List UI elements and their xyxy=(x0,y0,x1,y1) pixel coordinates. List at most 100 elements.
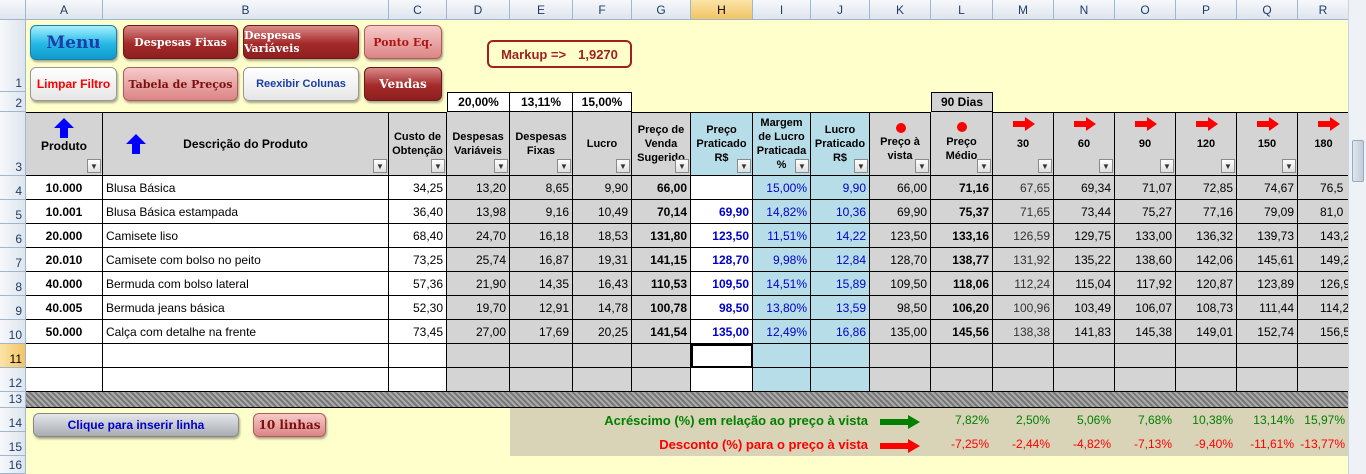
col-header-h[interactable]: H xyxy=(691,0,753,20)
cell-empty[interactable] xyxy=(26,368,103,392)
filter-dropdown-icon[interactable]: ▼ xyxy=(795,159,809,173)
cell-empty[interactable] xyxy=(753,368,811,392)
row-header-5[interactable]: 5 xyxy=(0,200,26,224)
cell-despesas-fixas[interactable]: 8,65 xyxy=(510,176,573,200)
row-header-8[interactable]: 8 xyxy=(0,272,26,296)
cell-empty[interactable] xyxy=(1298,344,1349,368)
row-header-15[interactable]: 15 xyxy=(0,432,26,456)
cell-custo[interactable]: 68,40 xyxy=(389,224,447,248)
cell-empty[interactable] xyxy=(870,368,931,392)
cell-empty[interactable] xyxy=(1115,344,1176,368)
cell-prazo-120[interactable]: 72,85 xyxy=(1176,176,1237,200)
cell-preco-medio[interactable]: 138,77 xyxy=(931,248,993,272)
cell-despesas-variaveis[interactable]: 13,98 xyxy=(447,200,510,224)
row-header-11[interactable]: 11 xyxy=(0,344,26,368)
cell-empty[interactable] xyxy=(447,344,510,368)
filter-dropdown-icon[interactable]: ▼ xyxy=(675,159,689,173)
cell-prazo-120[interactable]: 120,87 xyxy=(1176,272,1237,296)
cell-empty[interactable] xyxy=(447,368,510,392)
cell-preco-vista[interactable]: 66,00 xyxy=(870,176,931,200)
filter-dropdown-icon[interactable]: ▼ xyxy=(1221,159,1235,173)
sort-up-icon[interactable] xyxy=(53,117,75,139)
cell-empty[interactable] xyxy=(103,344,389,368)
filter-dropdown-icon[interactable]: ▼ xyxy=(373,159,387,173)
cell-empty[interactable] xyxy=(389,344,447,368)
cell-preco-sugerido[interactable]: 141,54 xyxy=(632,320,691,344)
cell-margem-lucro[interactable]: 12,49% xyxy=(753,320,811,344)
cell-descricao[interactable]: Bermuda com bolso lateral xyxy=(103,272,389,296)
col-header-g[interactable]: G xyxy=(632,0,691,20)
cell-prazo-180[interactable]: 156,5 xyxy=(1298,320,1349,344)
cell-empty[interactable] xyxy=(1176,344,1237,368)
cell-despesas-fixas[interactable]: 16,87 xyxy=(510,248,573,272)
cell-lucro-praticado[interactable]: 9,90 xyxy=(811,176,870,200)
cell-prazo-90[interactable]: 106,07 xyxy=(1115,296,1176,320)
cell-descricao[interactable]: Bermuda jeans básica xyxy=(103,296,389,320)
filter-dropdown-icon[interactable]: ▼ xyxy=(1038,159,1052,173)
cell-despesas-variaveis[interactable]: 27,00 xyxy=(447,320,510,344)
cell-empty[interactable] xyxy=(103,368,389,392)
col-header-l[interactable]: L xyxy=(931,0,993,20)
cell-despesas-variaveis[interactable]: 21,90 xyxy=(447,272,510,296)
cell-preco-vista[interactable]: 69,90 xyxy=(870,200,931,224)
col-header-o[interactable]: O xyxy=(1115,0,1176,20)
cell-empty[interactable] xyxy=(389,368,447,392)
cell-prazo-60[interactable]: 73,44 xyxy=(1054,200,1115,224)
filter-dropdown-icon[interactable]: ▼ xyxy=(87,159,101,173)
cell-empty[interactable] xyxy=(870,344,931,368)
header-prazo-180[interactable]: 180 xyxy=(1298,112,1349,176)
cell-lucro-praticado[interactable]: 12,84 xyxy=(811,248,870,272)
cell-prazo-150[interactable]: 123,89 xyxy=(1237,272,1298,296)
cell-preco-praticado[interactable]: 128,70 xyxy=(691,248,753,272)
cell-empty[interactable] xyxy=(1298,368,1349,392)
cell-lucro[interactable]: 9,90 xyxy=(573,176,632,200)
cell-margem-lucro[interactable]: 13,80% xyxy=(753,296,811,320)
cell-lucro[interactable]: 14,78 xyxy=(573,296,632,320)
reexibir-colunas-button[interactable]: Reexibir Colunas xyxy=(243,67,359,101)
cell-empty[interactable] xyxy=(510,368,573,392)
vertical-scrollbar[interactable] xyxy=(1348,0,1366,474)
cell-prazo-150[interactable]: 79,09 xyxy=(1237,200,1298,224)
cell-prazo-30[interactable]: 67,65 xyxy=(993,176,1054,200)
cell-empty[interactable] xyxy=(1115,368,1176,392)
cell-empty[interactable] xyxy=(1054,344,1115,368)
row-header-1[interactable]: 1 xyxy=(0,20,26,92)
cell-preco-medio[interactable]: 106,20 xyxy=(931,296,993,320)
col-header-e[interactable]: E xyxy=(510,0,573,20)
cell-prazo-120[interactable]: 149,01 xyxy=(1176,320,1237,344)
cell-prazo-120[interactable]: 142,06 xyxy=(1176,248,1237,272)
cell-prazo-120[interactable]: 136,32 xyxy=(1176,224,1237,248)
inserir-linha-button[interactable]: Clique para inserir linha xyxy=(33,413,239,437)
cell-preco-praticado[interactable]: 98,50 xyxy=(691,296,753,320)
cell-preco-praticado[interactable] xyxy=(691,176,753,200)
cell-despesas-variaveis[interactable]: 24,70 xyxy=(447,224,510,248)
cell-empty[interactable] xyxy=(510,344,573,368)
cell-preco-sugerido[interactable]: 66,00 xyxy=(632,176,691,200)
cell-prazo-30[interactable]: 131,92 xyxy=(993,248,1054,272)
cell-custo[interactable]: 73,25 xyxy=(389,248,447,272)
cell-produto[interactable]: 10.001 xyxy=(26,200,103,224)
cell-prazo-60[interactable]: 103,49 xyxy=(1054,296,1115,320)
cell-despesas-variaveis[interactable]: 19,70 xyxy=(447,296,510,320)
cell-prazo-180[interactable]: 149,2 xyxy=(1298,248,1349,272)
cell-preco-praticado[interactable]: 123,50 xyxy=(691,224,753,248)
cell-empty[interactable] xyxy=(573,344,632,368)
cell-descricao[interactable]: Camisete liso xyxy=(103,224,389,248)
cell-preco-sugerido[interactable]: 141,15 xyxy=(632,248,691,272)
cell-custo[interactable]: 73,45 xyxy=(389,320,447,344)
col-header-j[interactable]: J xyxy=(811,0,870,20)
cell-preco-vista[interactable]: 98,50 xyxy=(870,296,931,320)
cell-empty[interactable] xyxy=(811,344,870,368)
cell-empty[interactable] xyxy=(753,344,811,368)
cell-empty[interactable] xyxy=(1237,368,1298,392)
row-header-10[interactable]: 10 xyxy=(0,320,26,344)
cell-prazo-60[interactable]: 135,22 xyxy=(1054,248,1115,272)
despesas-fixas-button[interactable]: Despesas Fixas xyxy=(123,25,238,59)
row-header-13[interactable]: 13 xyxy=(0,392,26,408)
col-header-n[interactable]: N xyxy=(1054,0,1115,20)
row-header-6[interactable]: 6 xyxy=(0,224,26,248)
cell-prazo-30[interactable]: 71,65 xyxy=(993,200,1054,224)
filter-dropdown-icon[interactable]: ▼ xyxy=(557,159,571,173)
col-header-m[interactable]: M xyxy=(993,0,1054,20)
pct-despesas-variaveis[interactable]: 20,00% xyxy=(447,92,510,112)
